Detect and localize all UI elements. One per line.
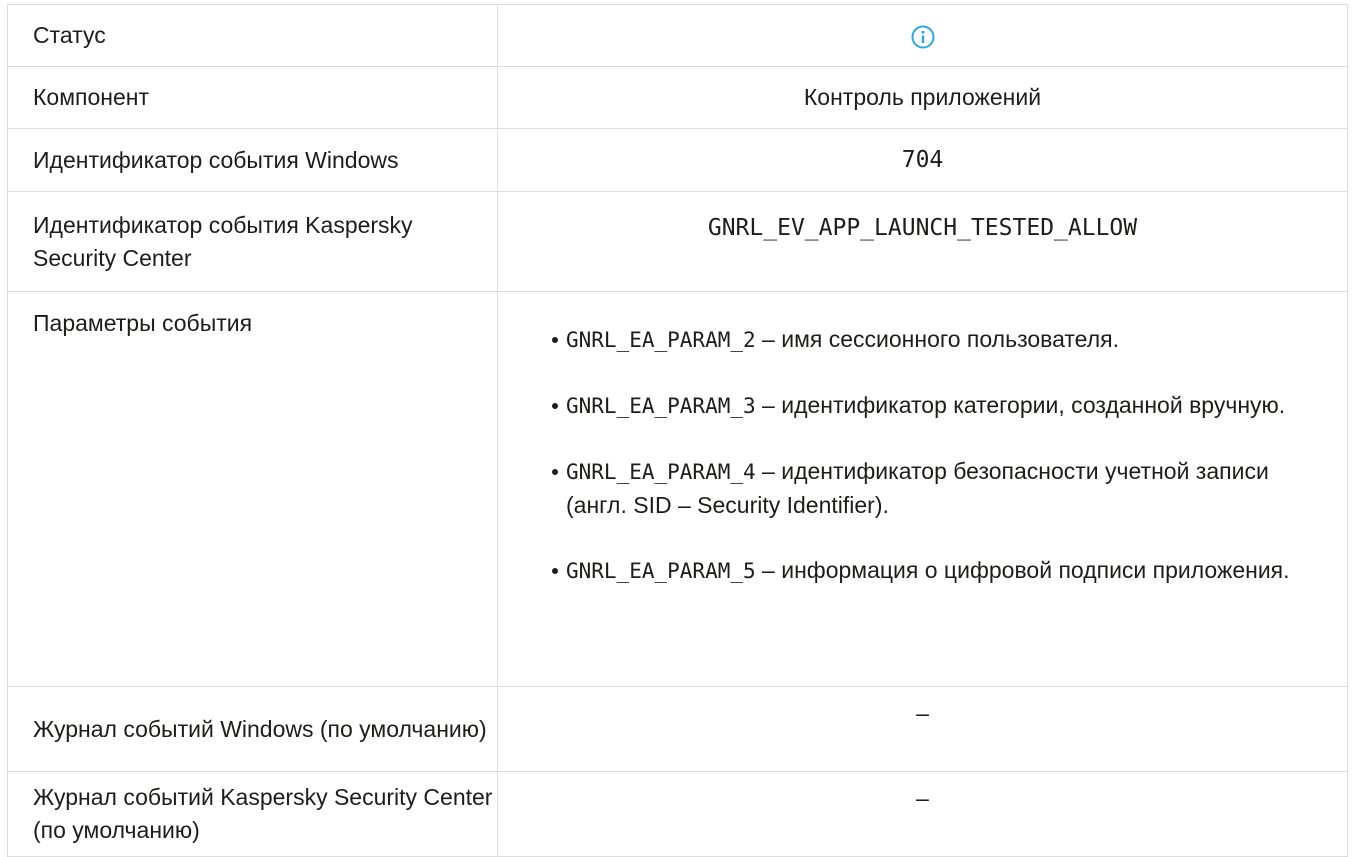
bullet-icon xyxy=(552,469,558,475)
param-description: – идентификатор категории, созданной вру… xyxy=(755,392,1286,418)
windows-log-label: Журнал событий Windows (по умолчанию) xyxy=(7,686,498,772)
table-row-ksc-log: Журнал событий Kaspersky Security Center… xyxy=(7,771,1348,857)
table-row-component: Компонент Контроль приложений xyxy=(7,66,1348,129)
ksc-log-dash: – xyxy=(916,785,929,811)
table-row-windows-event-id: Идентификатор события Windows 704 xyxy=(7,128,1348,192)
param-code: GNRL_EA_PARAM_3 xyxy=(566,394,756,418)
bullet-icon xyxy=(552,403,558,409)
list-item: GNRL_EA_PARAM_3 – идентификатор категори… xyxy=(552,389,1347,423)
table-row-event-params: Параметры события GNRL_EA_PARAM_2 – имя … xyxy=(7,291,1348,687)
windows-log-value: – xyxy=(497,686,1348,772)
bullet-icon xyxy=(552,337,558,343)
event-params-label: Параметры события xyxy=(7,291,498,687)
status-label: Статус xyxy=(7,4,498,67)
event-params-list: GNRL_EA_PARAM_2 – имя сессионного пользо… xyxy=(498,292,1347,588)
info-circle-icon xyxy=(911,25,934,49)
windows-event-id-value: 704 xyxy=(497,128,1348,192)
ksc-event-id-value: GNRL_EV_APP_LAUNCH_TESTED_ALLOW xyxy=(497,191,1348,292)
ksc-log-value: – xyxy=(497,771,1348,857)
component-label: Компонент xyxy=(7,66,498,129)
windows-event-id-label: Идентификатор события Windows xyxy=(7,128,498,192)
status-value xyxy=(497,4,1348,67)
bullet-icon xyxy=(552,568,558,574)
event-params-value: GNRL_EA_PARAM_2 – имя сессионного пользо… xyxy=(497,291,1348,687)
list-item: GNRL_EA_PARAM_2 – имя сессионного пользо… xyxy=(552,323,1347,357)
list-item: GNRL_EA_PARAM_4 – идентификатор безопасн… xyxy=(552,455,1347,522)
ksc-log-label: Журнал событий Kaspersky Security Center… xyxy=(7,771,498,857)
list-item: GNRL_EA_PARAM_5 – информация о цифровой … xyxy=(552,554,1347,588)
table-row-ksc-event-id: Идентификатор события Kaspersky Security… xyxy=(7,191,1348,292)
event-details-table: Статус Компонент Контроль приложений Иде… xyxy=(7,4,1348,857)
param-code: GNRL_EA_PARAM_5 xyxy=(566,559,756,583)
component-value: Контроль приложений xyxy=(497,66,1348,129)
table-row-windows-log: Журнал событий Windows (по умолчанию) – xyxy=(7,686,1348,772)
param-description: – имя сессионного пользователя. xyxy=(755,326,1119,352)
param-description: – информация о цифровой подписи приложен… xyxy=(755,557,1290,583)
param-code: GNRL_EA_PARAM_4 xyxy=(566,460,756,484)
ksc-event-id-label: Идентификатор события Kaspersky Security… xyxy=(7,191,498,292)
table-row-status: Статус xyxy=(7,4,1348,67)
windows-log-dash: – xyxy=(916,700,929,726)
param-code: GNRL_EA_PARAM_2 xyxy=(566,328,756,352)
